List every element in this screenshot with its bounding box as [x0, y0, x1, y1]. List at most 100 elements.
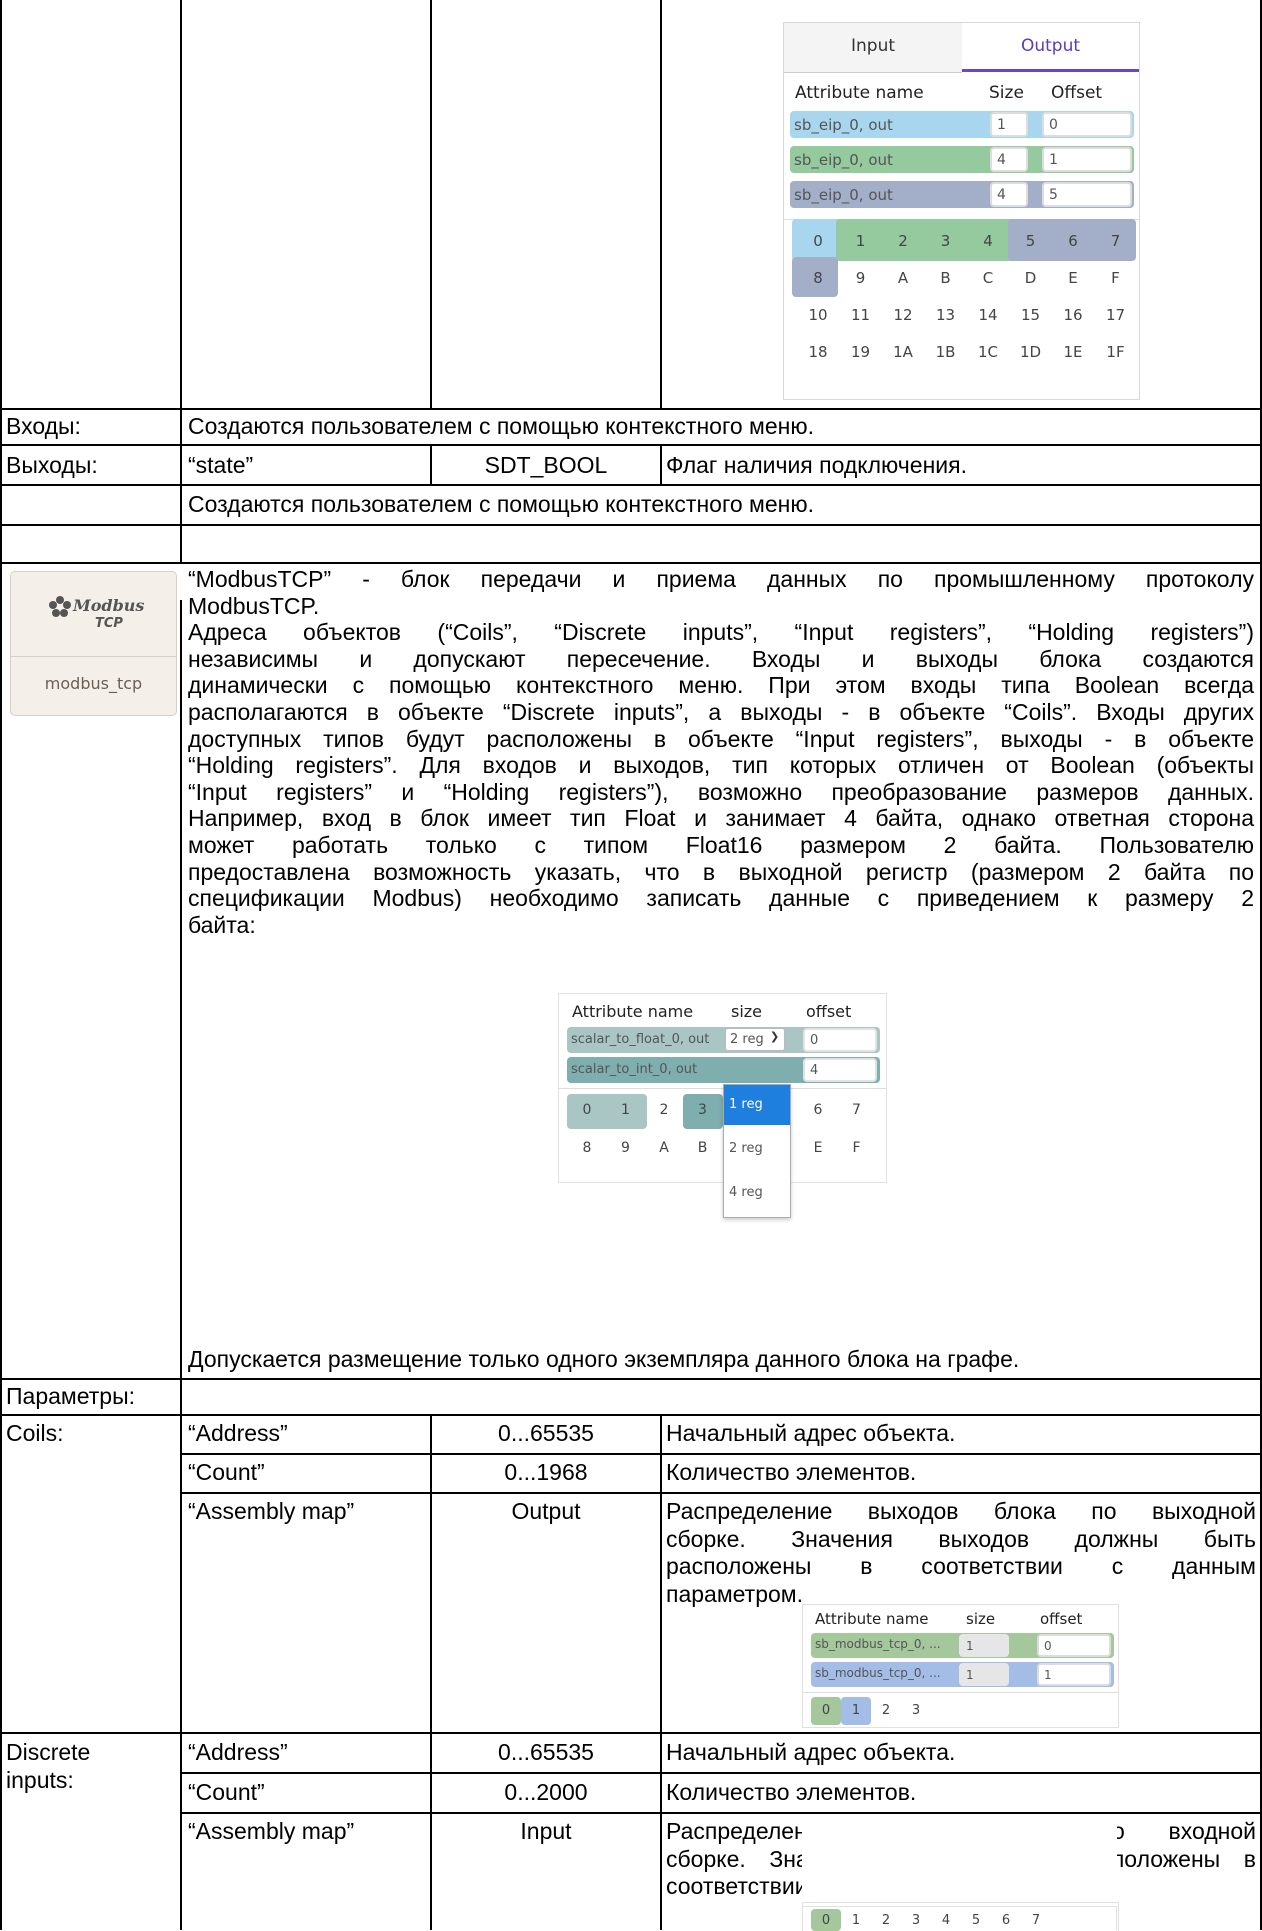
offset-input[interactable]: 5 [1042, 182, 1132, 207]
text-line: располагаются в объекте “Discrete inputs… [188, 698, 1254, 725]
text-line: предоставлена возможность указать, что в… [188, 858, 1254, 885]
byte-cell: D [1024, 269, 1037, 287]
header-size: Size [989, 83, 1024, 103]
text-line: независимы и допускают пересечение. Вход… [188, 645, 1254, 672]
byte-cell: E [1068, 269, 1078, 287]
offset-input[interactable]: 0 [803, 1028, 877, 1052]
dropdown-option[interactable]: 4 reg [724, 1173, 790, 1213]
discrete-label: Discrete inputs: [6, 1738, 176, 1794]
byte-cell: 8 [582, 1140, 592, 1156]
byte-cell: 0 [821, 1703, 831, 1718]
param-description: Начальный адрес объекта. [666, 1420, 956, 1446]
block-icon: Modbus TCP modbus_tcp [10, 571, 177, 716]
coils-label: Coils: [6, 1420, 64, 1446]
byte-cell: 5 [1025, 232, 1036, 250]
byte-cell: 18 [808, 343, 828, 361]
byte-cell: A [897, 269, 909, 287]
text-line: ModbusTCP. [188, 592, 320, 619]
tab-input[interactable]: Input [784, 23, 962, 73]
params-label: Параметры: [6, 1383, 135, 1409]
header-size: size [731, 1002, 763, 1021]
dropdown-option[interactable]: 2 reg [724, 1129, 790, 1169]
modbus-logo: Modbus TCP [11, 590, 176, 650]
byte-cell: 9 [855, 269, 866, 287]
text-line: расположены в соответствии с данным [666, 1553, 1256, 1579]
byte-cell: 8 [813, 269, 823, 287]
attribute-row[interactable]: sb_modbus_tcp_0, ... 1 0 [811, 1633, 1114, 1658]
byte-cell: C [982, 269, 994, 287]
text-line: inputs: [6, 1767, 74, 1793]
attribute-row[interactable]: sb_modbus_tcp_0, ... 1 1 [811, 1662, 1114, 1687]
byte-cell: 6 [813, 1102, 823, 1118]
attribute-row[interactable]: sb_eip_0, out 1 0 [790, 111, 1134, 138]
offset-input[interactable]: 4 [803, 1058, 877, 1082]
tab-output[interactable]: Output [962, 23, 1139, 72]
size-input: 1 [959, 1634, 1009, 1657]
block-note: Допускается размещение только одного экз… [188, 1346, 1020, 1372]
byte-cell: 14 [978, 306, 998, 324]
byte-cell: 1A [893, 343, 913, 361]
param-name: “Count” [188, 1779, 265, 1805]
byte-cell: 1F [1106, 343, 1125, 361]
byte-cell: A [659, 1140, 669, 1156]
size-dropdown[interactable]: 1 reg 2 reg 4 reg [723, 1084, 791, 1218]
byte-cell: E [813, 1140, 823, 1156]
byte-cell: B [697, 1140, 708, 1156]
param-description: Количество элементов. [666, 1459, 917, 1485]
byte-cell: 1 [855, 232, 866, 250]
header-size: size [966, 1610, 996, 1628]
header-attribute-name: Attribute name [572, 1002, 694, 1021]
attribute-row[interactable]: sb_eip_0, out 4 5 [790, 181, 1134, 208]
param-range: 0...65535 [498, 1420, 594, 1446]
discrete-widget-top [802, 1820, 1117, 1902]
text-line: сборке. Значения выходов должны быть [666, 1525, 1256, 1552]
param-range: 0...2000 [504, 1779, 588, 1805]
offset-input[interactable]: 0 [1037, 1634, 1111, 1657]
text-line: байта: [188, 911, 256, 938]
attribute-row[interactable]: scalar_to_int_0, out 4 [567, 1057, 880, 1083]
dropdown-option[interactable]: 1 reg [724, 1085, 790, 1125]
size-input[interactable]: 4 [990, 182, 1028, 207]
byte-cell: 17 [1105, 306, 1126, 324]
byte-cell: 7 [1110, 232, 1121, 250]
param-name: “Address” [188, 1420, 288, 1446]
offset-input[interactable]: 1 [1037, 1663, 1111, 1686]
modbus-logo-icon [49, 596, 71, 617]
size-select[interactable]: 2 reg ❯ [725, 1028, 785, 1051]
output-name: “state” [188, 452, 254, 478]
byte-cell: 16 [1063, 306, 1083, 324]
attribute-row[interactable]: sb_eip_0, out 4 1 [790, 146, 1134, 173]
logo-text: Modbus [73, 596, 145, 615]
param-range: Input [520, 1818, 572, 1844]
size-input: 1 [959, 1663, 1009, 1686]
text-line: Распределение выходов блока по выходной [666, 1498, 1256, 1524]
outputs-text: Создаются пользователем с помощью контек… [188, 491, 814, 517]
param-description: Распределение выходов блока по выходной с… [666, 1498, 1256, 1608]
discrete-widget-rows [802, 1901, 1117, 1902]
byte-cell: 1D [1019, 343, 1042, 361]
offset-input[interactable]: 1 [1042, 147, 1132, 172]
block-description: “ModbusTCP” - блок передачи и приема дан… [188, 566, 1254, 938]
text-line: Адреса объектов (“Coils”, “Discrete inpu… [188, 619, 1254, 646]
output-type: SDT_BOOL [484, 452, 608, 478]
text-line: динамически с помощью контекстного меню.… [188, 672, 1254, 699]
byte-cell: F [1111, 269, 1120, 287]
inputs-text: Создаются пользователем с помощью контек… [188, 413, 814, 439]
byte-cell: 19 [850, 343, 871, 361]
byte-cell: 15 [1020, 306, 1041, 324]
byte-cell: 3 [698, 1102, 707, 1118]
param-name: “Assembly map” [188, 1818, 355, 1844]
discrete-assembly-widget-panel [802, 1906, 1117, 1930]
attribute-row[interactable]: scalar_to_float_0, out 2 reg ❯ 0 [567, 1027, 880, 1053]
byte-cell: 1 [621, 1102, 630, 1118]
param-range: Output [511, 1498, 581, 1524]
byte-cell: 6 [1068, 232, 1078, 250]
param-description: Начальный адрес объекта. [666, 1739, 956, 1765]
text-line: “Holding registers”. Для входов и выходо… [188, 752, 1254, 779]
size-input[interactable]: 1 [990, 112, 1028, 137]
byte-cell: 1B [935, 343, 956, 361]
offset-input[interactable]: 0 [1042, 112, 1132, 137]
header-offset: offset [1040, 1610, 1083, 1628]
byte-cell: 7 [852, 1102, 861, 1118]
size-input[interactable]: 4 [990, 147, 1028, 172]
